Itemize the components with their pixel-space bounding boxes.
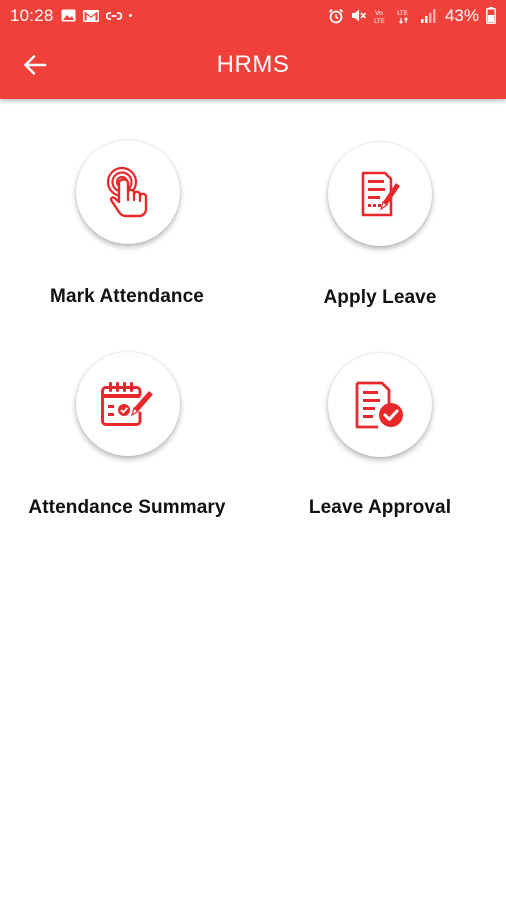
tile-leave-approval[interactable]: Leave Approval (260, 350, 500, 525)
status-left: 10:28 (10, 6, 132, 26)
signal-icon (420, 8, 438, 24)
svg-text:Vo: Vo (375, 9, 383, 17)
tile-mark-attendance[interactable]: Mark Attendance (7, 138, 247, 313)
battery-icon (486, 7, 496, 24)
lte-icon: LTE (397, 8, 413, 24)
back-button[interactable] (20, 51, 50, 79)
status-right: Vo LTE LTE 43% (328, 6, 496, 26)
status-bar: 10:28 Vo LTE LTE 43% (0, 0, 506, 31)
tile-label: Apply Leave (323, 287, 437, 308)
tile-icon-circle (76, 352, 180, 456)
page-title: HRMS (216, 51, 290, 78)
volte-icon: Vo LTE (374, 8, 390, 24)
tile-icon-circle (328, 353, 432, 457)
tile-label: Attendance Summary (28, 497, 226, 518)
link-icon (105, 11, 122, 21)
hrms-screen: 10:28 Vo LTE LTE 43% HRMS Mark Attendanc… (0, 0, 506, 900)
tile-label: Leave Approval (308, 497, 452, 518)
gmail-icon (82, 9, 99, 22)
calendar-edit-icon (101, 382, 153, 426)
alarm-icon (328, 8, 344, 24)
status-time: 10:28 (10, 5, 54, 25)
tile-icon-circle (328, 142, 432, 246)
tile-apply-leave[interactable]: Apply Leave (260, 138, 500, 313)
touch-icon (106, 166, 148, 218)
arrow-left-icon (24, 55, 47, 75)
tile-attendance-summary[interactable]: Attendance Summary (7, 350, 247, 525)
svg-text:LTE: LTE (374, 17, 385, 24)
svg-text:LTE: LTE (397, 9, 408, 17)
mute-icon (351, 8, 367, 23)
tile-icon-circle (76, 140, 180, 244)
document-check-icon (355, 381, 403, 429)
app-bar: HRMS (0, 31, 506, 99)
gallery-icon (61, 9, 76, 22)
tile-label: Mark Attendance (50, 286, 204, 307)
battery-percent: 43% (444, 5, 479, 25)
form-edit-icon (361, 171, 400, 217)
notification-dot-icon (128, 14, 132, 17)
